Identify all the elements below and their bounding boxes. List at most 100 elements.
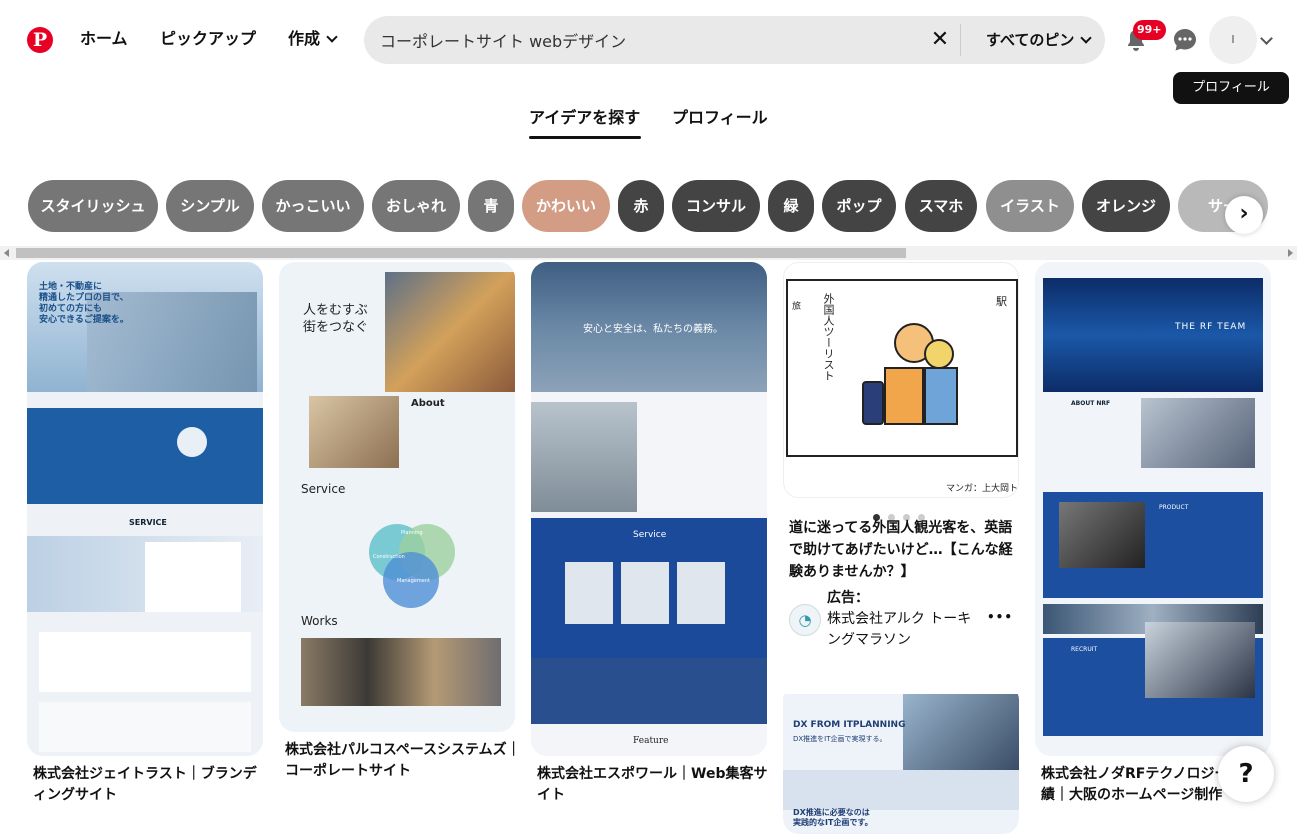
venn-label: Management: [397, 578, 430, 584]
hero-text: 人をむすぶ街をつなぐ: [303, 302, 368, 336]
product-heading: PRODUCT: [1159, 504, 1188, 511]
card: [39, 702, 251, 752]
close-icon[interactable]: ✕: [928, 28, 952, 52]
horizontal-scrollbar[interactable]: [0, 246, 1297, 260]
pin-parco[interactable]: 人をむすぶ街をつなぐ About Service Planning Constr…: [279, 262, 515, 732]
nav-create[interactable]: 作成: [288, 28, 336, 50]
character-head: [924, 339, 954, 369]
pin-image: [1043, 278, 1263, 392]
luggage: [862, 381, 884, 425]
tab-explore[interactable]: アイデアを探す: [529, 104, 640, 128]
chip-0[interactable]: スタイリッシュ: [28, 180, 158, 232]
circle-icon: [177, 427, 207, 457]
more-options-icon[interactable]: •••: [987, 610, 1013, 624]
scroll-right-arrow-icon[interactable]: [1288, 249, 1293, 257]
pin-title[interactable]: 株式会社ジェイトラスト｜ブランディングサイト: [33, 764, 269, 806]
about-heading: ABOUT NRF: [1071, 400, 1110, 407]
pin-title[interactable]: 株式会社パルコスペースシステムズ｜コーポレートサイト: [285, 740, 521, 782]
hero-heading: DX FROM ITPLANNING: [793, 720, 905, 730]
recruit-heading: RECRUIT: [1071, 646, 1097, 653]
feature-heading: Feature: [633, 736, 669, 746]
advertiser-name[interactable]: 株式会社アルク トーキングマラソン: [827, 609, 977, 651]
manga-speech: 外国人ツーリスト: [820, 293, 836, 381]
blue-band: [531, 658, 767, 724]
about-heading: About: [411, 398, 445, 409]
pin-image: [1141, 398, 1255, 468]
account-chevron-down-icon[interactable]: [1260, 32, 1273, 45]
chip-11[interactable]: イラスト: [986, 180, 1074, 232]
chip-3[interactable]: おしゃれ: [372, 180, 460, 232]
chip-2[interactable]: かっこいい: [262, 180, 364, 232]
notification-badge: 99+: [1133, 20, 1166, 40]
works-heading: Works: [301, 614, 338, 628]
ad-label: 広告：: [827, 587, 869, 607]
pin-image: [1059, 502, 1145, 568]
pin-jtrust[interactable]: 土地・不動産に精通したプロの目で、初めての方にも安心できるご提案を。 SERVI…: [27, 262, 263, 756]
chip-4[interactable]: 青: [468, 180, 514, 232]
pin-title[interactable]: 道に迷ってる外国人観光客を、英語で助けてあげたいけど…【こんな経験ありませんか？…: [789, 517, 1025, 583]
chip-12[interactable]: オレンジ: [1082, 180, 1170, 232]
pin-filter-dropdown[interactable]: すべてのピン: [986, 29, 1090, 50]
site-header: [783, 684, 1019, 694]
manga-sign: 駅: [996, 293, 1007, 309]
venn-label: Construction: [373, 554, 405, 560]
pinterest-logo-icon[interactable]: P: [27, 27, 53, 53]
card: [39, 632, 251, 692]
scroll-left-arrow-icon[interactable]: [4, 249, 9, 257]
card: [565, 562, 613, 624]
pin-noda-rf[interactable]: THE RF TEAM ABOUT NRF PRODUCT RECRUIT: [1035, 262, 1271, 756]
chip-5[interactable]: かわいい: [522, 180, 610, 232]
venn-label: Planning: [401, 530, 423, 536]
chat-bubble-icon[interactable]: [1173, 28, 1197, 52]
nav-pickup[interactable]: ピックアップ: [160, 28, 256, 50]
pin-title[interactable]: 株式会社エスポワール｜Web集客サイト: [537, 764, 773, 806]
pin-espoir[interactable]: 安心と安全は、私たちの義務。 Service Feature: [531, 262, 767, 756]
hero-text: 土地・不動産に精通したプロの目で、初めての方にも安心できるご提案を。: [39, 282, 129, 326]
search-bar: ✕ すべてのピン: [364, 16, 1105, 64]
banner: [783, 770, 1019, 810]
chip-9[interactable]: ポップ: [822, 180, 896, 232]
chip-10[interactable]: スマホ: [905, 180, 977, 232]
manga-credit: マンガ：上大岡トメ: [946, 481, 1019, 494]
blue-band: [27, 408, 263, 504]
avatar[interactable]: I: [1209, 16, 1257, 64]
pin-manga-ad[interactable]: 外国人ツーリスト 駅 旅 マンガ：上大岡トメ: [783, 262, 1019, 498]
card: [145, 542, 241, 612]
body-text: DX推進に必要なのは実践的なIT企画です。: [793, 808, 873, 828]
advertiser-logo-icon[interactable]: ◔: [789, 604, 821, 636]
tab-profile[interactable]: プロフィール: [672, 104, 768, 128]
chevron-down-icon: [1081, 32, 1092, 43]
chip-6[interactable]: 赤: [618, 180, 664, 232]
pin-image: [903, 694, 1019, 770]
card: [621, 562, 669, 624]
section-heading: SERVICE: [129, 518, 167, 527]
active-tab-underline: [529, 136, 641, 139]
filter-chips-row: スタイリッシュシンプルかっこいいおしゃれ青かわいい赤コンサル緑ポップスマホイラス…: [0, 178, 1297, 234]
pin-itplanning[interactable]: DX FROM ITPLANNING DX推進をIT企画で実現する。 DX推進に…: [783, 684, 1019, 834]
help-button[interactable]: ?: [1218, 746, 1274, 802]
hero-sub: DX推進をIT企画で実現する。: [793, 734, 887, 744]
pin-image: [301, 638, 501, 706]
pin-image: [531, 402, 637, 512]
pin-image: [309, 396, 399, 468]
manga-sign: 旅: [792, 299, 801, 312]
nav-home[interactable]: ホーム: [80, 28, 128, 50]
character-body: [924, 367, 958, 425]
service-heading: Service: [633, 530, 666, 540]
chevron-down-icon: [326, 31, 337, 42]
service-heading: Service: [301, 482, 345, 496]
search-divider: [960, 24, 961, 56]
hero-text: 安心と安全は、私たちの義務。: [583, 320, 723, 335]
chip-7[interactable]: コンサル: [672, 180, 760, 232]
pin-filter-label: すべてのピン: [986, 31, 1074, 49]
search-input[interactable]: [380, 28, 920, 52]
pin-image: [1145, 622, 1255, 698]
chip-8[interactable]: 緑: [768, 180, 814, 232]
scrollbar-thumb[interactable]: [16, 248, 906, 258]
hero-heading: THE RF TEAM: [1175, 322, 1246, 332]
chevron-right-icon[interactable]: ›: [1225, 196, 1263, 234]
character-body: [884, 367, 924, 425]
chip-1[interactable]: シンプル: [166, 180, 254, 232]
pin-image: [385, 272, 515, 392]
nav-create-label: 作成: [288, 29, 320, 48]
